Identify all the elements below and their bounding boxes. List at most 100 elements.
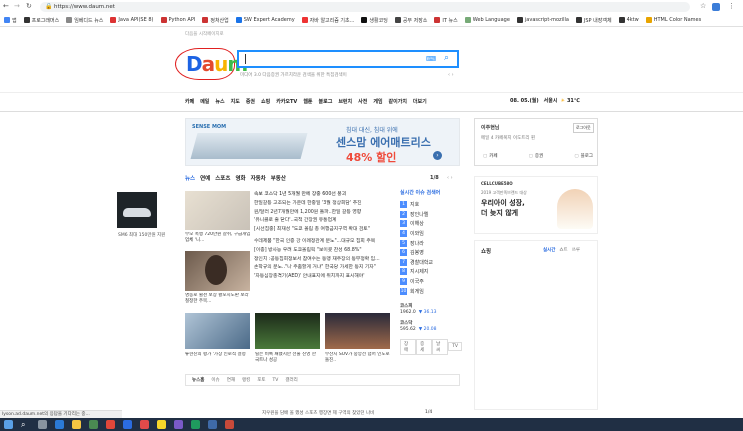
news-thumb-1-caption[interactable]: 부모 폭행 720만원 갈취, 구급개입업체 '니... — [185, 232, 251, 246]
suggestion-prev-next[interactable]: ‹ › — [448, 72, 454, 78]
headline-2[interactable]: 원/달러 2년7개월만에 1,200원 돌파..한일 갈등 영향 — [254, 208, 394, 217]
app-icon-4[interactable] — [174, 420, 183, 429]
search-box[interactable]: ⌨ ⌕ — [237, 50, 459, 68]
issue-item-5[interactable]: 6 김봉영 — [400, 248, 462, 258]
issue-item-9[interactable]: 10 회게임 — [400, 286, 462, 296]
nav-item-9[interactable]: 브런치 — [338, 98, 352, 105]
nav-item-1[interactable]: 메일 — [200, 98, 209, 105]
issue-item-0[interactable]: 1 지호 — [400, 200, 462, 210]
nav-item-12[interactable]: 같이가치 — [389, 98, 407, 105]
bookmark-15[interactable]: HTML Color Names — [645, 17, 701, 23]
issue-tab-1[interactable]: 증세 — [416, 338, 433, 355]
nav-item-3[interactable]: 지도 — [231, 98, 240, 105]
news-tab-1[interactable]: 연예 — [200, 174, 210, 182]
bookmark-2[interactable]: 임베디드 뉴스 — [66, 17, 103, 24]
shopping-tab-2[interactable]: 쓰루 — [572, 247, 580, 253]
headline-4[interactable]: [시선집중] 최재성 "도쿄 올림 총 여행금지구역 확대 검토" — [254, 225, 394, 234]
bookmark-10[interactable]: IT 뉴스 — [434, 17, 458, 24]
nav-item-13[interactable]: 더보기 — [413, 98, 427, 105]
headline-7[interactable]: 정인치 :공동집회정보서 참여수는 동맹 재주장의 동무정확 임... — [254, 255, 394, 264]
issue-item-2[interactable]: 3 이해상 — [400, 219, 462, 229]
bookmark-5[interactable]: 정처산업 — [202, 17, 229, 24]
shopping-tab-1[interactable]: 쇼트 — [559, 247, 567, 253]
ticker-text[interactable]: 지우원을 담배 올 했성 스포츠 행장면 제 구역의 찾았던 나비 — [262, 410, 412, 416]
bottom-caption-1[interactable]: 류현진의 평가 '가장 인로적 결정 — [185, 352, 250, 366]
banner-arrow-icon[interactable]: › — [433, 151, 442, 160]
keyboard-icon[interactable]: ⌨ — [426, 55, 436, 63]
bottom-thumb-3[interactable] — [325, 313, 390, 349]
bottom-news-link-6[interactable]: 갤러리 — [285, 377, 297, 383]
bottom-thumb-1[interactable] — [185, 313, 250, 349]
news-tab-4[interactable]: 자동차 — [251, 174, 266, 182]
star-icon[interactable]: ☆ — [700, 2, 706, 10]
nav-item-2[interactable]: 뉴스 — [215, 98, 224, 105]
nav-item-6[interactable]: 카카오TV — [276, 98, 297, 105]
set-homepage-link[interactable]: 다음을 시작페이지로 — [185, 31, 224, 37]
address-bar[interactable]: 🔒 https://www.daum.net — [40, 2, 690, 12]
weather-location[interactable]: 서울시 — [544, 97, 558, 104]
headline-0[interactable]: 속보 코스닥 1년 5개월 만에 장중 600선 붕괴 — [254, 190, 394, 199]
news-thumb-2-caption[interactable]: 명동로 쥘천 보상 황포시도판 보라철정한 주목... — [185, 293, 251, 307]
forward-icon[interactable]: → — [14, 2, 20, 10]
kakaotalk-icon[interactable] — [157, 420, 166, 429]
nav-item-11[interactable]: 게임 — [373, 98, 382, 105]
shopping-title[interactable]: 쇼핑 — [481, 247, 491, 255]
bottom-news-link-3[interactable]: 랭킹 — [242, 377, 250, 383]
news-tab-0[interactable]: 뉴스 — [185, 174, 195, 182]
bookmark-6[interactable]: SW Expert Academy — [235, 17, 295, 23]
car-ad-caption[interactable]: SM6 최대 150만원 지원 — [118, 232, 165, 238]
extension-icon[interactable] — [712, 3, 720, 11]
search-taskbar-icon[interactable]: ⌕ — [21, 420, 30, 429]
bottom-thumb-2[interactable] — [255, 313, 320, 349]
news-arrows[interactable]: ‹ › — [447, 175, 453, 181]
user-links[interactable]: 메일 4 카페복지 이도트리 핀 — [481, 135, 535, 141]
nav-item-4[interactable]: 증권 — [246, 98, 255, 105]
app-icon-1[interactable] — [89, 420, 98, 429]
task-view-icon[interactable] — [38, 420, 47, 429]
menu-icon[interactable]: ⋮ — [728, 2, 735, 10]
bottom-caption-2[interactable]: 릴은 비록 패했지만 선물 진영 한국트나 성공 — [255, 352, 320, 366]
issue-tab-0[interactable]: 장애 — [400, 338, 417, 355]
bookmark-9[interactable]: 공부 저장소 — [394, 17, 427, 24]
bottom-news-link-2[interactable]: 연재 — [227, 377, 235, 383]
issue-item-3[interactable]: 4 이와임 — [400, 229, 462, 239]
issue-tab-2[interactable]: 날씨 — [432, 338, 449, 355]
app-icon-2[interactable] — [123, 420, 132, 429]
stock-1[interactable]: 코스닥 595.62 ▼ 20.08 — [400, 321, 462, 333]
issue-item-6[interactable]: 7 경찰대학교 — [400, 258, 462, 268]
app-icon-5[interactable] — [191, 420, 200, 429]
issue-tab-3[interactable]: TV — [448, 342, 463, 352]
nav-item-8[interactable]: 블로그 — [319, 98, 333, 105]
headline-6[interactable]: [이종] 방사능 우려 도쿄올림픽 "보이콧 찬성 68.8%" — [254, 246, 394, 255]
edge-icon[interactable] — [55, 420, 64, 429]
explorer-icon[interactable] — [72, 420, 81, 429]
nav-item-7[interactable]: 웹툰 — [303, 98, 312, 105]
search-suggestion[interactable]: 미디어 3.0 다음증권 가르치라운 검색을 위한 특집검색이 — [240, 72, 450, 78]
bookmark-3[interactable]: Java API(SE 8) — [110, 17, 154, 23]
headline-3[interactable]: '유니클로 줄 닫다'..국적 간장권 유통업계 — [254, 216, 394, 225]
nav-item-0[interactable]: 카페 — [185, 98, 194, 105]
nav-item-5[interactable]: 쇼핑 — [261, 98, 270, 105]
headline-5[interactable]: 수데제품 "한국 인증 강 이례정관계 분노"...대규모 집회 주목 — [254, 237, 394, 246]
shopping-tab-0[interactable]: 실시간 — [543, 247, 555, 253]
news-tab-3[interactable]: 영화 — [235, 174, 245, 182]
issue-item-4[interactable]: 5 장나라 — [400, 238, 462, 248]
bookmark-14[interactable]: 4ktw — [618, 17, 639, 23]
back-icon[interactable]: ← — [3, 2, 9, 10]
bookmark-0[interactable]: 앱 — [4, 17, 17, 24]
headline-8[interactable]: 손학규의 분노.."나 주춤할게 거냐" 한국당 가세한 동지 기자" — [254, 263, 394, 272]
login-item-1[interactable]: ▢ 증권 — [529, 153, 544, 160]
bottom-news-link-5[interactable]: TV — [273, 378, 279, 383]
bookmark-8[interactable]: 생활코딩 — [361, 17, 388, 24]
bottom-news-link-0[interactable]: 뉴스홈 — [192, 377, 204, 383]
news-thumb-2[interactable] — [185, 251, 250, 291]
app-icon-7[interactable] — [225, 420, 234, 429]
ad-banner[interactable]: SENSE MOM 침대 대신, 침대 위에 센스맘 에어매트리스 48% 할인… — [185, 118, 460, 166]
login-item-2[interactable]: ▢ 블로그 — [574, 153, 593, 160]
bottom-caption-3[interactable]: 부산시 SUV가 중앙선 넘어 인도로 돌진.. — [325, 352, 390, 366]
app-icon-3[interactable] — [140, 420, 149, 429]
headline-9[interactable]: '자동심장충격기(AED)' 안내표지에 위치까지 표시해야' — [254, 272, 394, 281]
nav-item-10[interactable]: 사전 — [358, 98, 367, 105]
news-thumb-1[interactable] — [185, 191, 250, 230]
news-tab-2[interactable]: 스포츠 — [215, 174, 230, 182]
